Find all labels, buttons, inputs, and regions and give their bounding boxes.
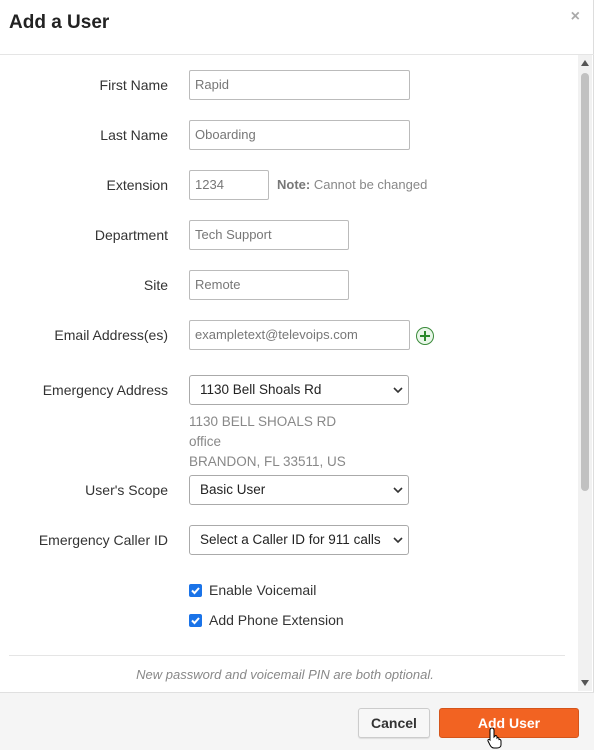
dialog-body: First Name Rapid Last Name Oboarding Ext… bbox=[0, 55, 594, 692]
scope-select[interactable]: Basic User bbox=[189, 475, 409, 505]
caller-id-value: Select a Caller ID for 911 calls bbox=[200, 532, 381, 547]
first-name-label: First Name bbox=[99, 77, 168, 93]
first-name-input[interactable]: Rapid bbox=[189, 70, 410, 100]
add-user-button[interactable]: Add User bbox=[439, 708, 579, 738]
section-divider bbox=[9, 655, 565, 656]
department-input[interactable]: Tech Support bbox=[189, 220, 349, 250]
last-name-input[interactable]: Oboarding bbox=[189, 120, 410, 150]
enable-voicemail-label[interactable]: Enable Voicemail bbox=[209, 582, 316, 598]
checkmark-icon bbox=[191, 617, 200, 625]
scope-value: Basic User bbox=[200, 482, 266, 497]
email-input[interactable]: exampletext@televoips.com bbox=[189, 320, 410, 350]
extension-note-bold: Note: bbox=[277, 177, 311, 192]
add-phone-extension-checkbox[interactable] bbox=[189, 614, 202, 627]
email-label: Email Address(es) bbox=[54, 327, 168, 343]
scroll-up-arrow-icon[interactable] bbox=[581, 60, 589, 66]
add-user-dialog: Add a User × First Name Rapid Last Name … bbox=[0, 0, 594, 750]
dialog-header: Add a User × bbox=[0, 0, 594, 55]
scroll-down-arrow-icon[interactable] bbox=[581, 680, 589, 686]
site-input[interactable]: Remote bbox=[189, 270, 349, 300]
emergency-address-value: 1130 Bell Shoals Rd bbox=[200, 382, 322, 397]
caller-id-select[interactable]: Select a Caller ID for 911 calls bbox=[189, 525, 409, 555]
chevron-down-icon bbox=[393, 537, 403, 544]
scope-label: User's Scope bbox=[85, 482, 168, 498]
extension-label: Extension bbox=[106, 177, 168, 193]
last-name-label: Last Name bbox=[100, 127, 168, 143]
password-note: New password and voicemail PIN are both … bbox=[136, 667, 434, 682]
cancel-button[interactable]: Cancel bbox=[358, 708, 430, 738]
caller-id-label: Emergency Caller ID bbox=[38, 532, 168, 548]
enable-voicemail-checkbox[interactable] bbox=[189, 584, 202, 597]
scrollbar[interactable] bbox=[578, 55, 592, 691]
extension-note-text: Cannot be changed bbox=[310, 177, 428, 192]
hand-cursor-icon bbox=[487, 727, 502, 749]
site-label: Site bbox=[143, 277, 168, 293]
plus-circle-icon[interactable] bbox=[416, 327, 434, 345]
scrollbar-thumb[interactable] bbox=[581, 73, 589, 491]
extension-input[interactable]: 1234 bbox=[189, 170, 269, 200]
emergency-address-select[interactable]: 1130 Bell Shoals Rd bbox=[189, 375, 409, 405]
checkmark-icon bbox=[191, 587, 200, 595]
department-label: Department bbox=[94, 227, 168, 243]
dialog-title: Add a User bbox=[9, 12, 110, 33]
chevron-down-icon bbox=[393, 387, 403, 394]
add-phone-extension-label[interactable]: Add Phone Extension bbox=[209, 612, 344, 628]
close-icon[interactable]: × bbox=[571, 8, 580, 26]
extension-note: Note: Cannot be changed bbox=[277, 177, 427, 192]
emergency-address-line2: office bbox=[189, 434, 222, 449]
emergency-address-line3: BRANDON, FL 33511, US bbox=[189, 454, 346, 469]
chevron-down-icon bbox=[393, 487, 403, 494]
emergency-address-label: Emergency Address bbox=[42, 382, 168, 398]
emergency-address-line1: 1130 BELL SHOALS RD bbox=[189, 414, 337, 429]
